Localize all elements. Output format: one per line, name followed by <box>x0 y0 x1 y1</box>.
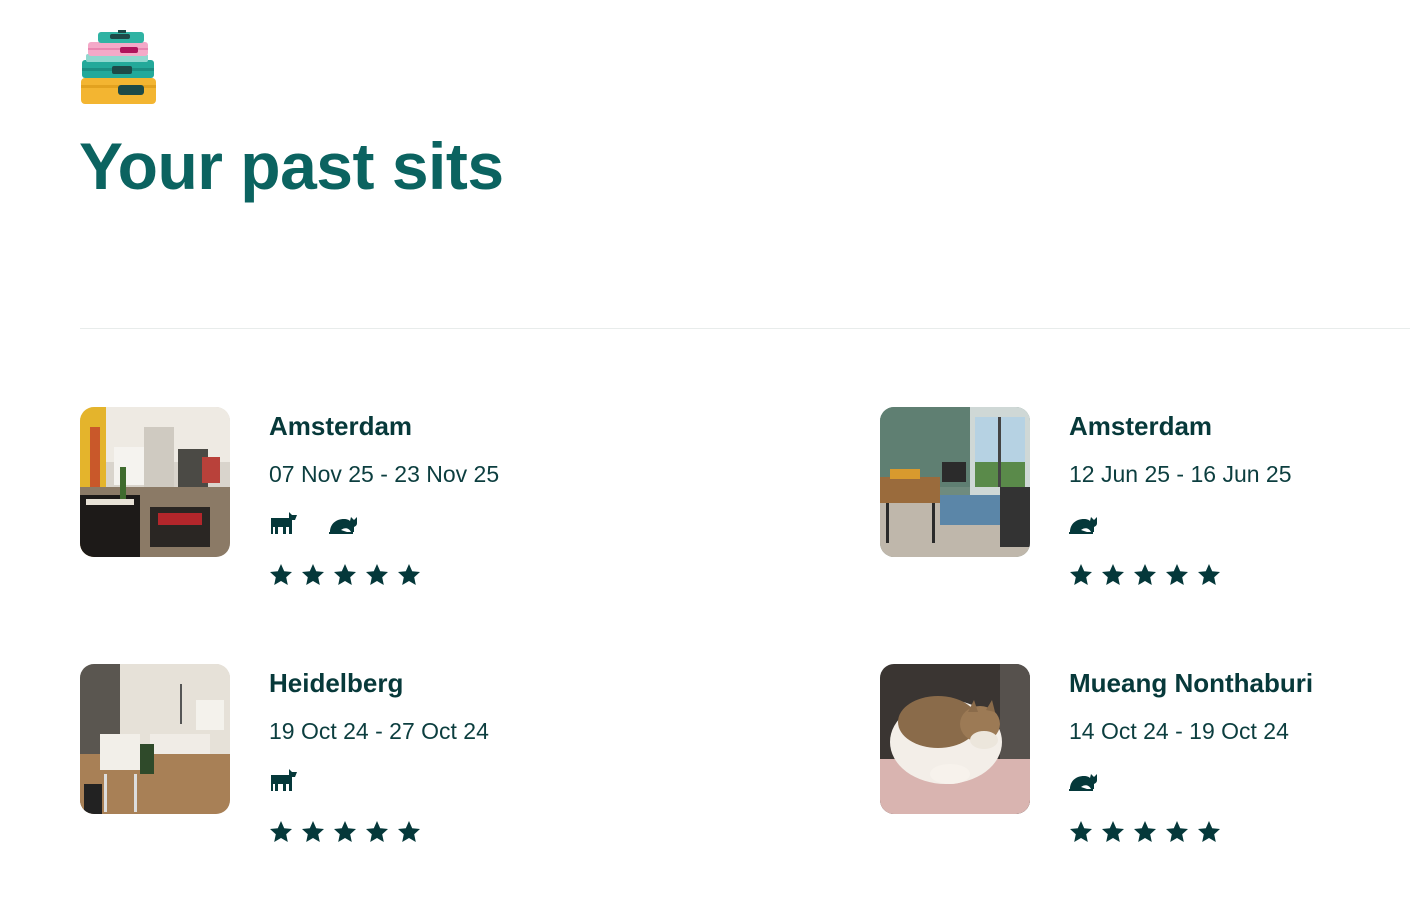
star-icon <box>1198 821 1220 842</box>
star-icon <box>1134 564 1156 585</box>
star-icon <box>302 564 324 585</box>
sit-card[interactable]: Heidelberg 19 Oct 24 - 27 Oct 24 <box>80 664 640 864</box>
sit-card[interactable]: Amsterdam 07 Nov 25 - 23 Nov 25 <box>80 407 640 607</box>
dog-icon <box>271 512 297 534</box>
sit-city: Amsterdam <box>1069 411 1213 441</box>
star-icon <box>1102 564 1124 585</box>
star-icon <box>1198 564 1220 585</box>
sit-city: Amsterdam <box>269 411 413 441</box>
cat-icon <box>329 517 357 534</box>
dog-icon <box>271 769 297 791</box>
star-icon <box>366 821 388 842</box>
sit-city: Heidelberg <box>269 668 404 698</box>
sit-dates: 19 Oct 24 - 27 Oct 24 <box>269 718 489 744</box>
stacked-suitcases-icon <box>80 30 158 106</box>
star-icon <box>1070 821 1092 842</box>
sit-card[interactable]: Amsterdam 12 Jun 25 - 16 Jun 25 <box>880 407 1410 607</box>
sit-photo <box>80 664 230 814</box>
pet-icons <box>1069 764 1099 794</box>
star-icon <box>334 821 356 842</box>
star-icon <box>1134 821 1156 842</box>
cat-icon <box>1069 517 1097 534</box>
sit-dates: 14 Oct 24 - 19 Oct 24 <box>1069 718 1289 744</box>
sit-photo <box>880 407 1030 557</box>
star-icon <box>270 564 292 585</box>
sit-city: Mueang Nonthaburi <box>1069 668 1314 698</box>
page-title: Your past sits <box>79 129 504 203</box>
star-icon <box>270 821 292 842</box>
star-rating <box>269 563 421 587</box>
star-icon <box>366 564 388 585</box>
star-rating <box>269 820 421 844</box>
pet-icons <box>269 764 299 794</box>
star-rating <box>1069 563 1221 587</box>
star-icon <box>398 564 420 585</box>
past-sits-page: Your past sits Amsterdam 07 Nov 25 - 23 … <box>0 0 1410 920</box>
star-icon <box>398 821 420 842</box>
star-icon <box>1102 821 1124 842</box>
sit-card[interactable]: Mueang Nonthaburi 14 Oct 24 - 19 Oct 24 <box>880 664 1410 864</box>
sit-photo <box>880 664 1030 814</box>
star-icon <box>302 821 324 842</box>
pet-icons <box>1069 507 1099 537</box>
divider <box>80 328 1410 329</box>
cat-icon <box>1069 774 1097 791</box>
star-icon <box>334 564 356 585</box>
star-icon <box>1070 564 1092 585</box>
sit-dates: 12 Jun 25 - 16 Jun 25 <box>1069 461 1292 487</box>
sit-dates: 07 Nov 25 - 23 Nov 25 <box>269 461 500 487</box>
star-rating <box>1069 820 1221 844</box>
star-icon <box>1166 564 1188 585</box>
star-icon <box>1166 821 1188 842</box>
pet-icons <box>269 507 359 537</box>
sit-photo <box>80 407 230 557</box>
